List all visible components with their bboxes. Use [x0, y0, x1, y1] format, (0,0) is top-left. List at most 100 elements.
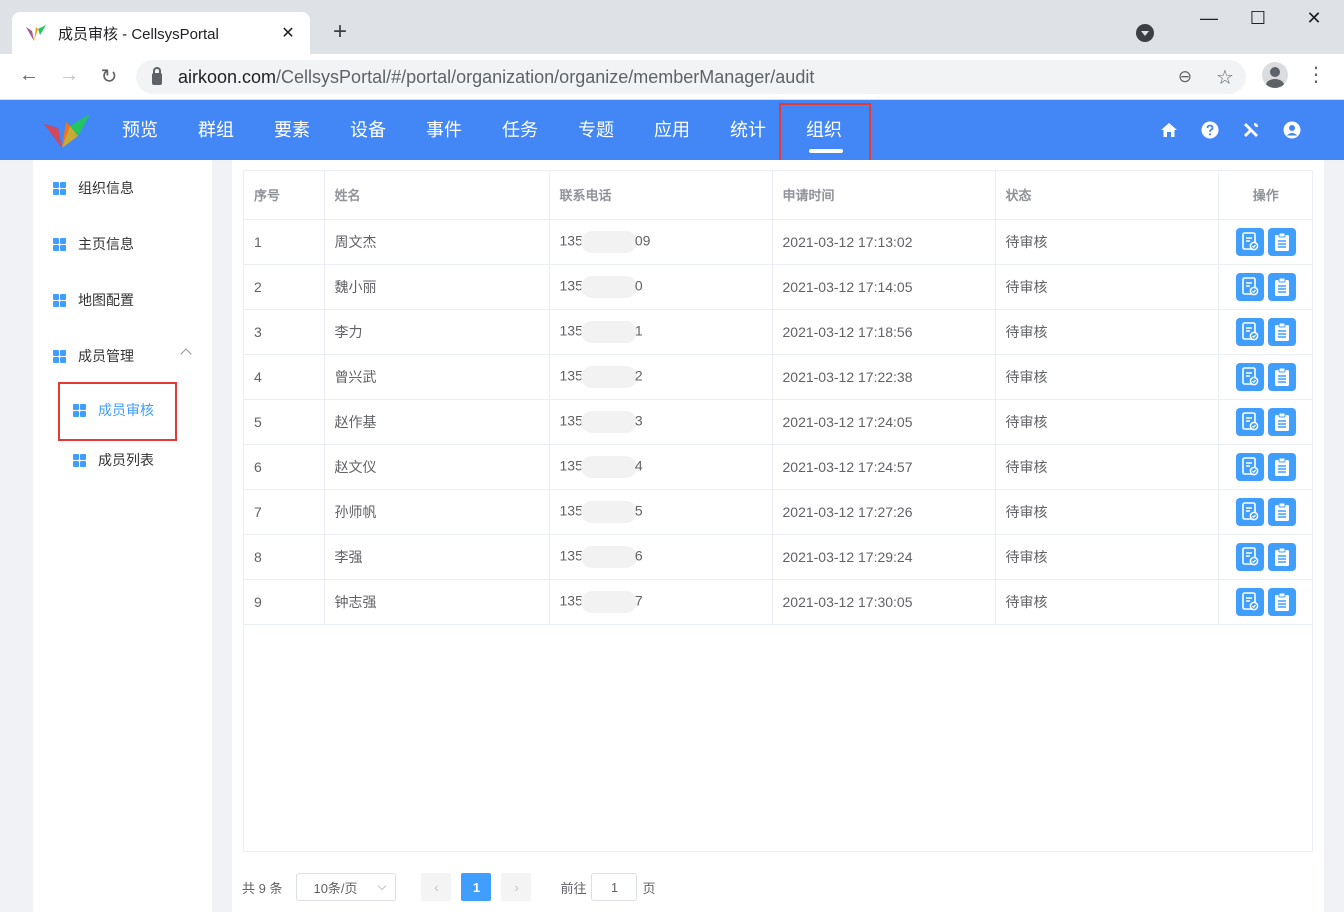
detail-icon[interactable] [1267, 407, 1296, 436]
tab-title: 成员审核 - CellsysPortal [58, 25, 219, 43]
user-icon[interactable] [1283, 121, 1301, 139]
back-button[interactable]: ← [16, 64, 42, 87]
cell-no: 5 [244, 399, 325, 445]
reload-button[interactable]: ↻ [96, 64, 122, 89]
review-icon[interactable] [1235, 317, 1264, 346]
cell-phone: 135 7 [549, 579, 773, 625]
window-close-button[interactable]: ✕ [1299, 8, 1329, 29]
sidebar-item-map-config[interactable]: 地图配置 [33, 280, 212, 320]
detail-icon[interactable] [1267, 452, 1296, 481]
detail-icon[interactable] [1267, 317, 1296, 346]
sidebar-item-label: 主页信息 [78, 236, 134, 252]
cell-phone: 135 1 [549, 309, 773, 355]
cell-status: 待审核 [995, 354, 1219, 400]
detail-icon[interactable] [1267, 362, 1296, 391]
detail-icon[interactable] [1267, 497, 1296, 526]
review-icon[interactable] [1235, 542, 1264, 571]
nav-item-3[interactable]: 设备 [330, 100, 406, 160]
nav-item-6[interactable]: 专题 [558, 100, 634, 160]
phone-mask [580, 275, 637, 298]
zoom-icon[interactable]: ⊖ [1174, 67, 1196, 87]
phone-mask [580, 365, 637, 388]
phone-mask [580, 545, 637, 568]
nav-item-2[interactable]: 要素 [254, 100, 330, 160]
forward-button[interactable]: → [56, 64, 82, 87]
review-icon[interactable] [1235, 452, 1264, 481]
column-header-actions: 操作 [1218, 171, 1313, 220]
cell-time: 2021-03-12 17:30:05 [772, 579, 996, 625]
profile-avatar-icon[interactable] [1262, 62, 1288, 88]
cell-no: 7 [244, 489, 325, 535]
phone-mask [580, 500, 637, 523]
nav-item-4[interactable]: 事件 [406, 100, 482, 160]
table-row: 8 李强 135 6 2021-03-12 17:29:24 待审核 [244, 534, 1313, 580]
minimize-button[interactable]: — [1194, 8, 1224, 29]
cell-phone: 135 2 [549, 354, 773, 400]
next-page-button[interactable]: › [501, 873, 532, 901]
page-number-button[interactable]: 1 [461, 873, 492, 901]
app-logo-icon[interactable] [40, 110, 96, 152]
sidebar-item-org-info[interactable]: 组织信息 [33, 168, 212, 208]
sidebar-subitem-member-audit[interactable]: 成员审核 [33, 390, 212, 430]
page-suffix-label: 页 [642, 880, 656, 896]
column-header-name: 姓名 [324, 171, 550, 220]
phone-prefix: 135 [559, 277, 583, 294]
table-row: 7 孙师帆 135 5 2021-03-12 17:27:26 待审核 [244, 489, 1313, 535]
review-icon[interactable] [1235, 587, 1264, 616]
sidebar-item-member-manage[interactable]: 成员管理 [33, 336, 212, 376]
review-icon[interactable] [1235, 362, 1264, 391]
phone-prefix: 135 [559, 547, 583, 564]
tab-search-icon[interactable] [1136, 24, 1154, 42]
main-nav: 预览 群组 要素 设备 事件 任务 专题 应用 统计 组织 [102, 100, 862, 160]
tab-close-icon[interactable]: ✕ [278, 23, 298, 43]
cell-time: 2021-03-12 17:24:57 [772, 444, 996, 490]
cell-status: 待审核 [995, 309, 1219, 355]
home-icon[interactable] [1160, 121, 1178, 139]
sidebar-item-label: 成员审核 [98, 402, 154, 418]
cell-time: 2021-03-12 17:14:05 [772, 264, 996, 310]
detail-icon[interactable] [1267, 227, 1296, 256]
tools-icon[interactable] [1242, 121, 1260, 139]
url-omnibox[interactable]: airkoon.com/CellsysPortal/#/portal/organ… [136, 60, 1246, 94]
browser-tab[interactable]: 成员审核 - CellsysPortal ✕ [12, 12, 310, 54]
nav-item-9[interactable]: 组织 [786, 100, 862, 160]
maximize-button[interactable]: ☐ [1243, 8, 1273, 29]
nav-item-7[interactable]: 应用 [634, 100, 710, 160]
review-icon[interactable] [1235, 227, 1264, 256]
cell-status: 待审核 [995, 264, 1219, 310]
nav-item-0[interactable]: 预览 [102, 100, 178, 160]
page-jumper: 前往 页 [560, 873, 656, 901]
review-icon[interactable] [1235, 272, 1264, 301]
help-icon[interactable] [1201, 121, 1219, 139]
detail-icon[interactable] [1267, 587, 1296, 616]
cell-name: 周文杰 [324, 219, 550, 265]
cell-no: 2 [244, 264, 325, 310]
table-row: 5 赵作基 135 3 2021-03-12 17:24:05 待审核 [244, 399, 1313, 445]
browser-menu-icon[interactable]: ⋮ [1306, 64, 1326, 86]
phone-prefix: 135 [559, 412, 583, 429]
phone-suffix: 0 [634, 277, 643, 294]
phone-prefix: 135 [559, 502, 583, 519]
detail-icon[interactable] [1267, 272, 1296, 301]
sidebar-subitem-member-list[interactable]: 成员列表 [33, 440, 212, 480]
nav-item-1[interactable]: 群组 [178, 100, 254, 160]
sidebar-item-home-info[interactable]: 主页信息 [33, 224, 212, 264]
lock-icon[interactable] [152, 67, 162, 85]
grid-icon [73, 453, 86, 467]
review-icon[interactable] [1235, 407, 1264, 436]
phone-suffix: 09 [634, 232, 651, 249]
goto-page-input[interactable] [591, 873, 638, 901]
detail-icon[interactable] [1267, 542, 1296, 571]
bookmark-star-icon[interactable]: ☆ [1214, 65, 1236, 90]
page-size-select[interactable]: 10条/页 [296, 873, 397, 901]
nav-item-8[interactable]: 统计 [710, 100, 786, 160]
new-tab-button[interactable]: + [326, 18, 354, 46]
cell-actions [1218, 354, 1313, 400]
url-text[interactable]: airkoon.com/CellsysPortal/#/portal/organ… [178, 67, 814, 88]
nav-item-5[interactable]: 任务 [482, 100, 558, 160]
column-header-time: 申请时间 [772, 171, 996, 220]
cell-time: 2021-03-12 17:29:24 [772, 534, 996, 580]
cell-actions [1218, 444, 1313, 490]
review-icon[interactable] [1235, 497, 1264, 526]
prev-page-button[interactable]: ‹ [421, 873, 452, 901]
